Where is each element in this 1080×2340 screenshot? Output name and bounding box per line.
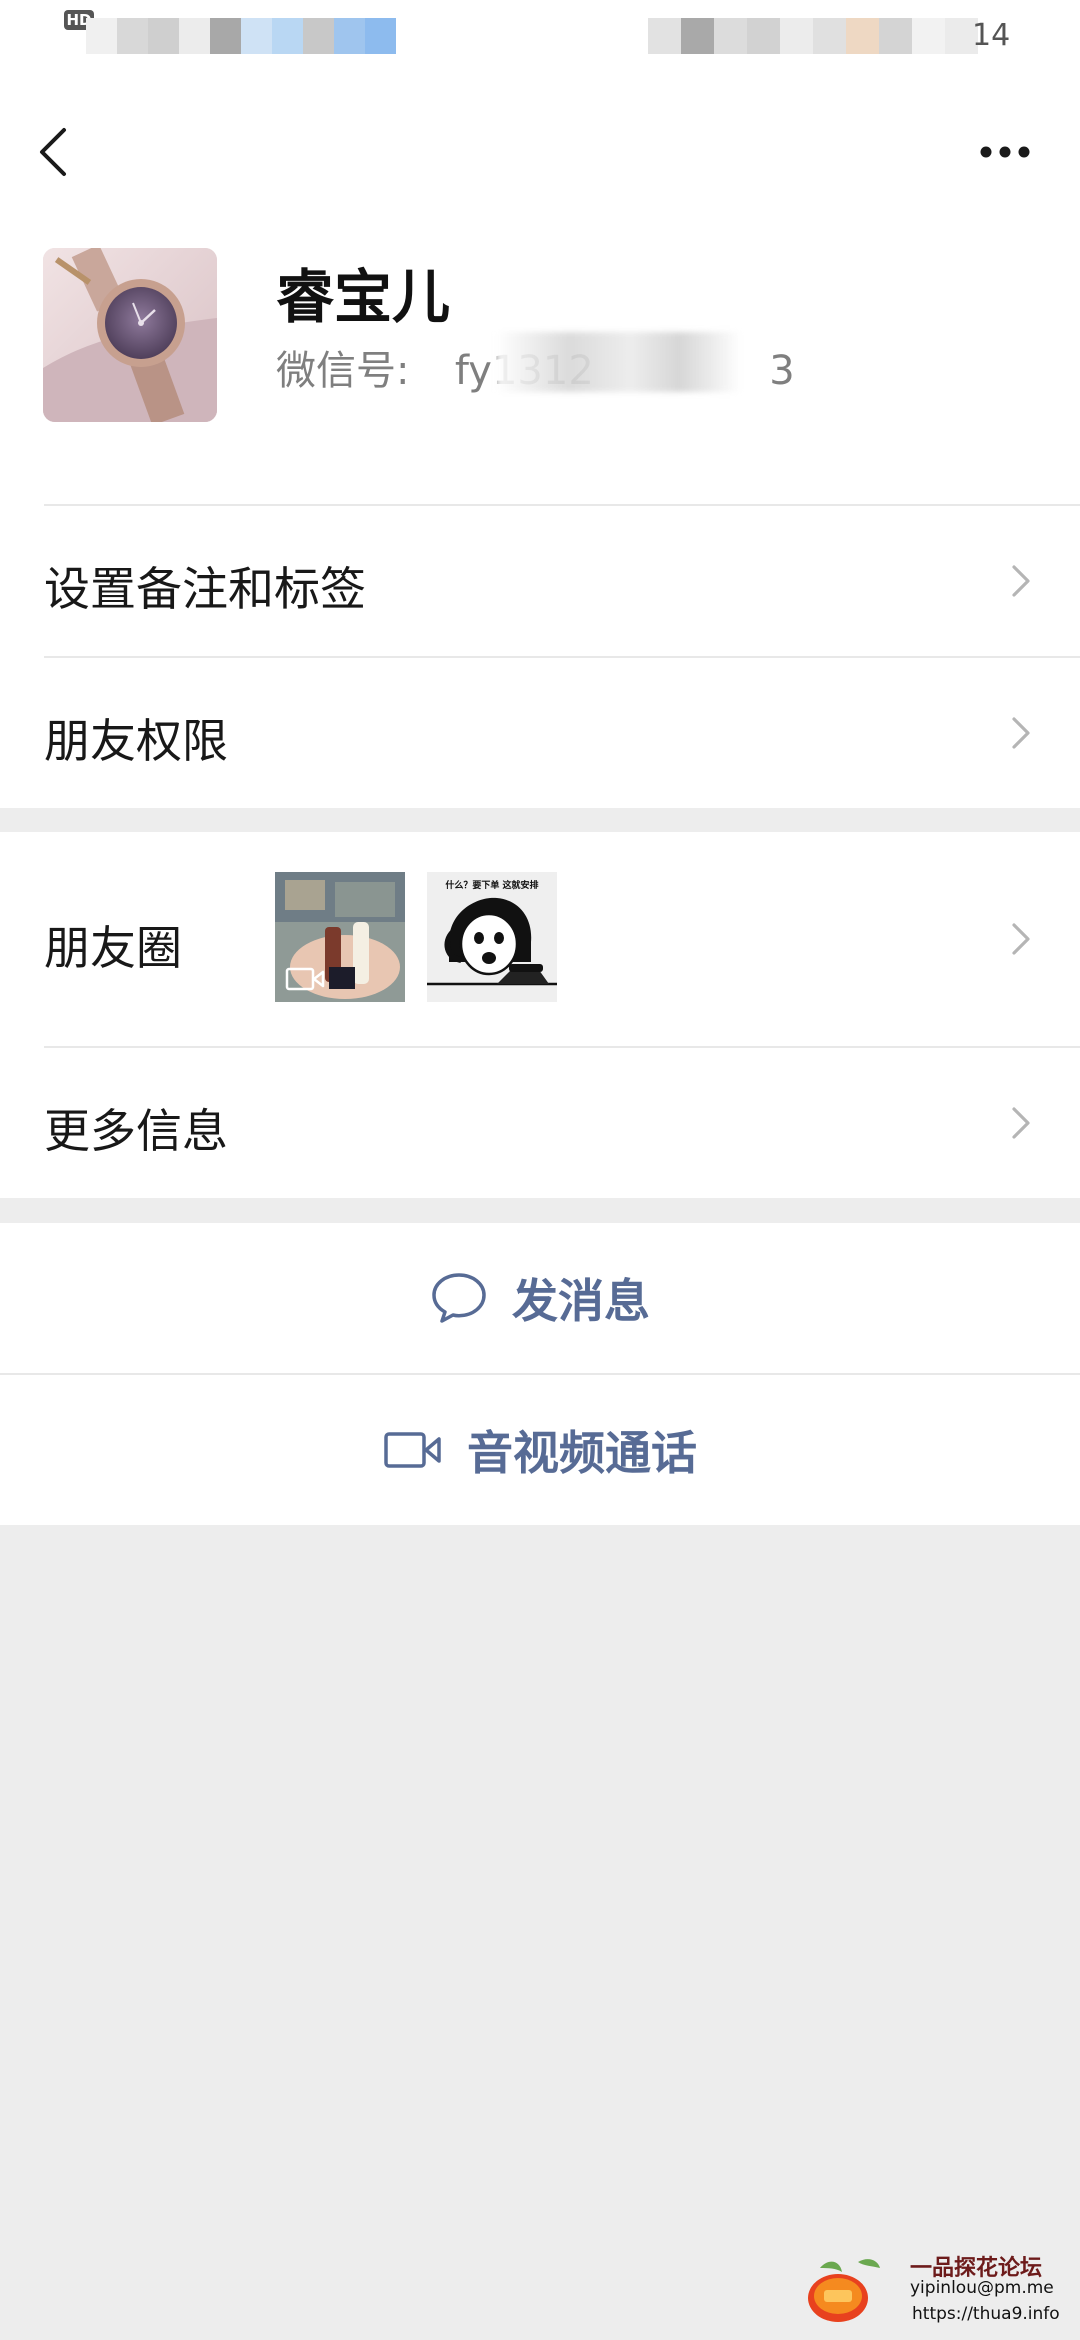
moments-thumbnail-video[interactable] <box>275 872 405 1002</box>
avatar[interactable] <box>43 248 217 422</box>
send-message-label: 发消息 <box>512 1274 650 1328</box>
more-options-button[interactable] <box>966 110 1046 190</box>
chevron-right-icon <box>1012 923 1030 955</box>
video-camera-icon <box>285 967 325 991</box>
wechat-id-label: 微信号: <box>276 348 410 394</box>
avatar-photo <box>43 248 217 422</box>
chat-bubble-icon <box>432 1273 486 1323</box>
moments-thumbnail-meme[interactable]: 什么？要下单 这就安排 <box>427 872 557 1002</box>
remark-tags-label: 设置备注和标签 <box>44 562 366 616</box>
video-camera-icon <box>384 1432 441 1468</box>
meme-cartoon-image <box>427 897 557 986</box>
status-bar: HD 14 <box>0 0 1080 80</box>
chevron-right-icon <box>1012 565 1030 597</box>
more-info-label: 更多信息 <box>44 1104 228 1158</box>
friend-permissions-label: 朋友权限 <box>44 714 228 768</box>
forum-logo-icon <box>808 2259 880 2322</box>
row-more-info[interactable]: 更多信息 <box>0 1048 1080 1198</box>
send-message-button[interactable]: 发消息 <box>0 1223 1080 1373</box>
watermark-url: https://thua9.info <box>912 2304 1060 2324</box>
row-moments[interactable]: 朋友圈 什么？要下单 这就安排 <box>0 832 1080 1046</box>
row-remark-tags[interactable]: 设置备注和标签 <box>0 506 1080 656</box>
watermark-email: yipinlou@pm.me <box>910 2278 1054 2298</box>
profile-card: 睿宝儿 微信号: fy1312 3 <box>0 220 1080 506</box>
av-call-label: 音视频通话 <box>467 1426 697 1480</box>
top-nav-bar <box>0 80 1080 220</box>
profile-name: 睿宝儿 <box>276 263 451 331</box>
status-icons-left-redacted <box>86 18 396 54</box>
av-call-button[interactable]: 音视频通话 <box>0 1375 1080 1525</box>
moments-label: 朋友圈 <box>44 921 182 975</box>
wechat-id-tail: 3 <box>769 348 795 394</box>
row-friend-permissions[interactable]: 朋友权限 <box>0 658 1080 808</box>
meme-caption: 什么？要下单 这就安排 <box>445 881 539 891</box>
chevron-right-icon <box>1012 717 1030 749</box>
wechat-id-redaction <box>496 332 741 392</box>
status-icons-right-redacted <box>648 18 978 54</box>
info-group: 朋友圈 什么？要下单 这就安排 更多信息 <box>0 832 1080 1198</box>
status-time: 14 <box>972 18 1011 53</box>
watermark: 一品探花论坛 yipinlou@pm.me https://thua9.info <box>806 2250 1076 2334</box>
back-button[interactable] <box>28 110 88 190</box>
chevron-right-icon <box>1012 1107 1030 1139</box>
settings-group: 设置备注和标签 朋友权限 <box>0 506 1080 808</box>
more-dots-icon <box>980 146 1030 158</box>
chevron-left-icon <box>40 128 66 176</box>
